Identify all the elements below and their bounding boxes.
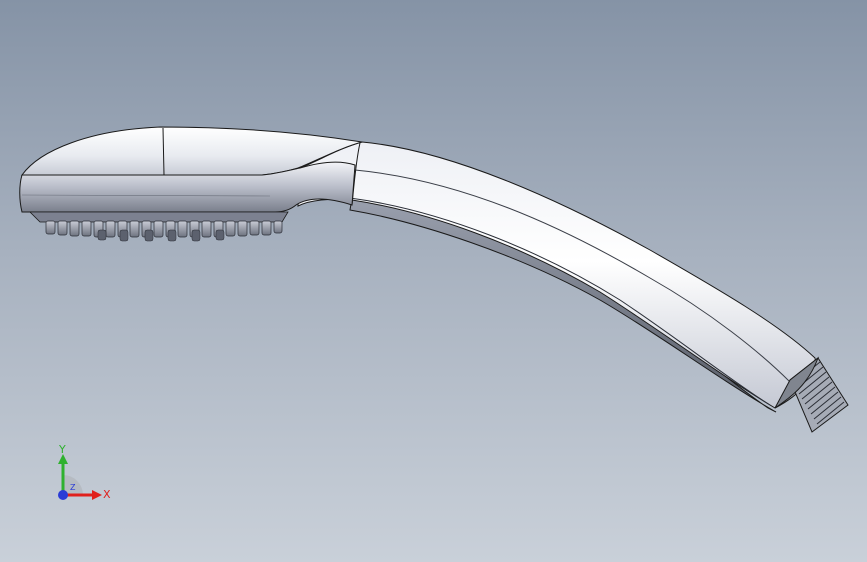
z-axis-label: Z: [70, 483, 76, 492]
x-axis-arrowhead: [92, 490, 102, 500]
spray-face-plate: [29, 211, 289, 223]
reference-triad: Y X Z: [58, 443, 111, 501]
x-axis-label: X: [103, 488, 111, 501]
spray-nozzles: [45, 220, 283, 238]
shower-head-model[interactable]: [0, 0, 867, 562]
graphics-viewport[interactable]: Y X Z: [0, 0, 867, 562]
z-axis-dot: [58, 490, 68, 500]
y-axis-label: Y: [58, 443, 66, 456]
